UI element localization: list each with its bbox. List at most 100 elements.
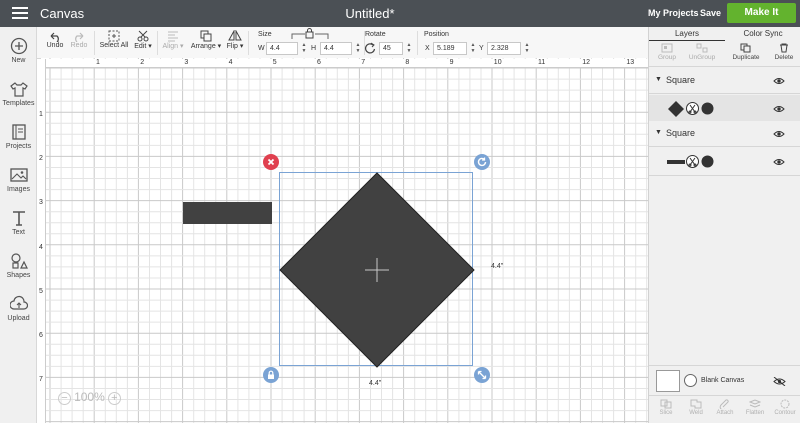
layer-group-header[interactable]: ▼ Square <box>649 68 800 94</box>
ruler-tick-label: 4 <box>228 59 233 66</box>
make-it-button[interactable]: Make It <box>727 3 796 23</box>
canvas-color-picker[interactable] <box>684 374 697 387</box>
flatten-icon <box>749 399 761 408</box>
color-swatch-icon[interactable] <box>701 102 714 115</box>
lock-ratio-icon[interactable] <box>290 28 330 40</box>
sidebar-item-templates[interactable]: Templates <box>0 80 37 107</box>
ruler-tick-label: 2 <box>140 59 145 66</box>
lock-handle[interactable] <box>263 367 279 383</box>
ruler-tick-label: 2 <box>39 155 43 163</box>
collapse-arrow-icon[interactable]: ▼ <box>655 129 662 136</box>
rotate-input[interactable]: 45 <box>379 42 403 55</box>
y-stepper[interactable]: ▲ ▼ <box>523 42 531 55</box>
width-input[interactable]: 4.4 <box>266 42 298 55</box>
weld-icon <box>690 399 702 409</box>
flatten-button[interactable]: Flatten <box>742 399 768 416</box>
group-icon <box>661 43 673 53</box>
document-title: Untitled* <box>345 6 395 21</box>
x-stepper[interactable]: ▲ ▼ <box>469 42 477 55</box>
y-position-input[interactable]: 2.328 <box>487 42 521 55</box>
collapse-arrow-icon[interactable]: ▼ <box>655 76 662 83</box>
sidebar-item-shapes[interactable]: Shapes <box>0 252 37 279</box>
ruler-tick-label: 3 <box>184 59 189 66</box>
shirt-icon <box>9 82 28 97</box>
attach-button[interactable]: Attach <box>713 399 737 416</box>
attach-label: Attach <box>716 410 734 416</box>
sidebar-item-label: Upload <box>7 315 30 322</box>
tab-layers[interactable]: Layers <box>649 27 725 41</box>
width-dimension-label: 4.4" <box>369 380 382 387</box>
save-button[interactable]: Save <box>700 8 721 18</box>
layer-group-name: Square <box>666 128 696 138</box>
contour-button[interactable]: Contour <box>772 399 798 416</box>
group-button[interactable]: Group <box>653 43 681 61</box>
undo-icon <box>50 32 59 42</box>
sidebar-item-projects[interactable]: Projects <box>0 123 37 150</box>
sidebar-item-label: New <box>11 57 26 64</box>
my-projects-link[interactable]: My Projects <box>648 8 699 18</box>
eye-icon[interactable] <box>773 130 785 138</box>
ruler-tick-label: 9 <box>449 59 454 66</box>
undo-button[interactable]: Undo <box>43 30 67 49</box>
tab-color-sync[interactable]: Color Sync <box>725 27 800 41</box>
width-label: W <box>258 45 265 52</box>
redo-button[interactable]: Redo <box>67 30 91 49</box>
ruler-tick-label: 1 <box>39 111 43 118</box>
eye-icon[interactable] <box>773 105 785 113</box>
sidebar-item-label: Text <box>12 229 25 236</box>
rotate-handle[interactable] <box>474 154 490 170</box>
select-all-button[interactable]: Select All <box>98 30 130 49</box>
eye-hidden-icon[interactable] <box>773 377 786 386</box>
layer-actions: Group UnGroup Duplicate Delete <box>649 41 800 67</box>
menu-icon[interactable] <box>12 7 28 19</box>
x-position-input[interactable]: 5.189 <box>433 42 467 55</box>
zoom-in-button[interactable]: + <box>107 392 121 405</box>
ruler-tick-label: 5 <box>272 59 277 66</box>
sidebar-item-new[interactable]: New <box>0 37 37 64</box>
diamond-shape[interactable] <box>279 172 475 368</box>
edit-toolbar: Undo Redo Select All Edit ▾ Align ▾ Arra… <box>37 27 648 59</box>
sidebar-item-upload[interactable]: Upload <box>0 295 37 322</box>
flip-menu[interactable]: Flip ▾ <box>225 30 245 50</box>
sidebar-item-label: Shapes <box>6 272 31 279</box>
edit-menu[interactable]: Edit ▾ <box>132 30 154 50</box>
sidebar-item-text[interactable]: Text <box>0 209 37 236</box>
eye-icon[interactable] <box>773 158 785 166</box>
slice-icon <box>660 399 672 409</box>
eye-icon[interactable] <box>773 77 785 85</box>
resize-handle[interactable] <box>474 367 490 383</box>
delete-handle[interactable] <box>263 154 279 170</box>
blank-canvas-row[interactable]: Blank Canvas <box>649 365 800 395</box>
cut-scissors-icon <box>686 155 699 168</box>
rotate-icon <box>477 157 487 167</box>
ruler-tick-label: 6 <box>317 59 321 66</box>
width-stepper[interactable]: ▲ ▼ <box>300 42 308 55</box>
zoom-out-button[interactable]: − <box>58 392 71 405</box>
rotate-stepper[interactable]: ▲ ▼ <box>405 42 413 55</box>
attach-icon <box>719 399 729 409</box>
duplicate-label: Duplicate <box>732 54 760 61</box>
arrange-menu[interactable]: Arrange ▾ <box>190 30 222 50</box>
layer-group-header[interactable]: ▼ Square <box>649 121 800 147</box>
ruler-tick-label: 1 <box>96 59 100 66</box>
rectangle-shape[interactable] <box>183 202 272 224</box>
weld-button[interactable]: Weld <box>684 399 708 416</box>
align-label: Align ▾ <box>162 43 184 50</box>
color-swatch-icon[interactable] <box>701 155 714 168</box>
top-bar: Canvas Untitled* My Projects Save Make I… <box>0 0 800 27</box>
sidebar-item-images[interactable]: Images <box>0 166 37 193</box>
plus-circle-icon <box>10 37 27 55</box>
height-stepper[interactable]: ▲ ▼ <box>354 42 362 55</box>
ungroup-button[interactable]: UnGroup <box>687 43 717 61</box>
height-input[interactable]: 4.4 <box>320 42 352 55</box>
duplicate-button[interactable]: Duplicate <box>729 43 763 61</box>
align-menu[interactable]: Align ▾ <box>161 30 185 50</box>
panel-tabs: Layers Color Sync <box>649 27 800 41</box>
layer-row[interactable] <box>649 95 800 123</box>
height-label: H <box>311 45 317 52</box>
ungroup-icon <box>696 43 708 53</box>
canvas-color-swatch[interactable] <box>656 370 680 392</box>
layer-row[interactable] <box>649 148 800 176</box>
delete-button[interactable]: Delete <box>771 43 797 61</box>
slice-button[interactable]: Slice <box>654 399 678 416</box>
